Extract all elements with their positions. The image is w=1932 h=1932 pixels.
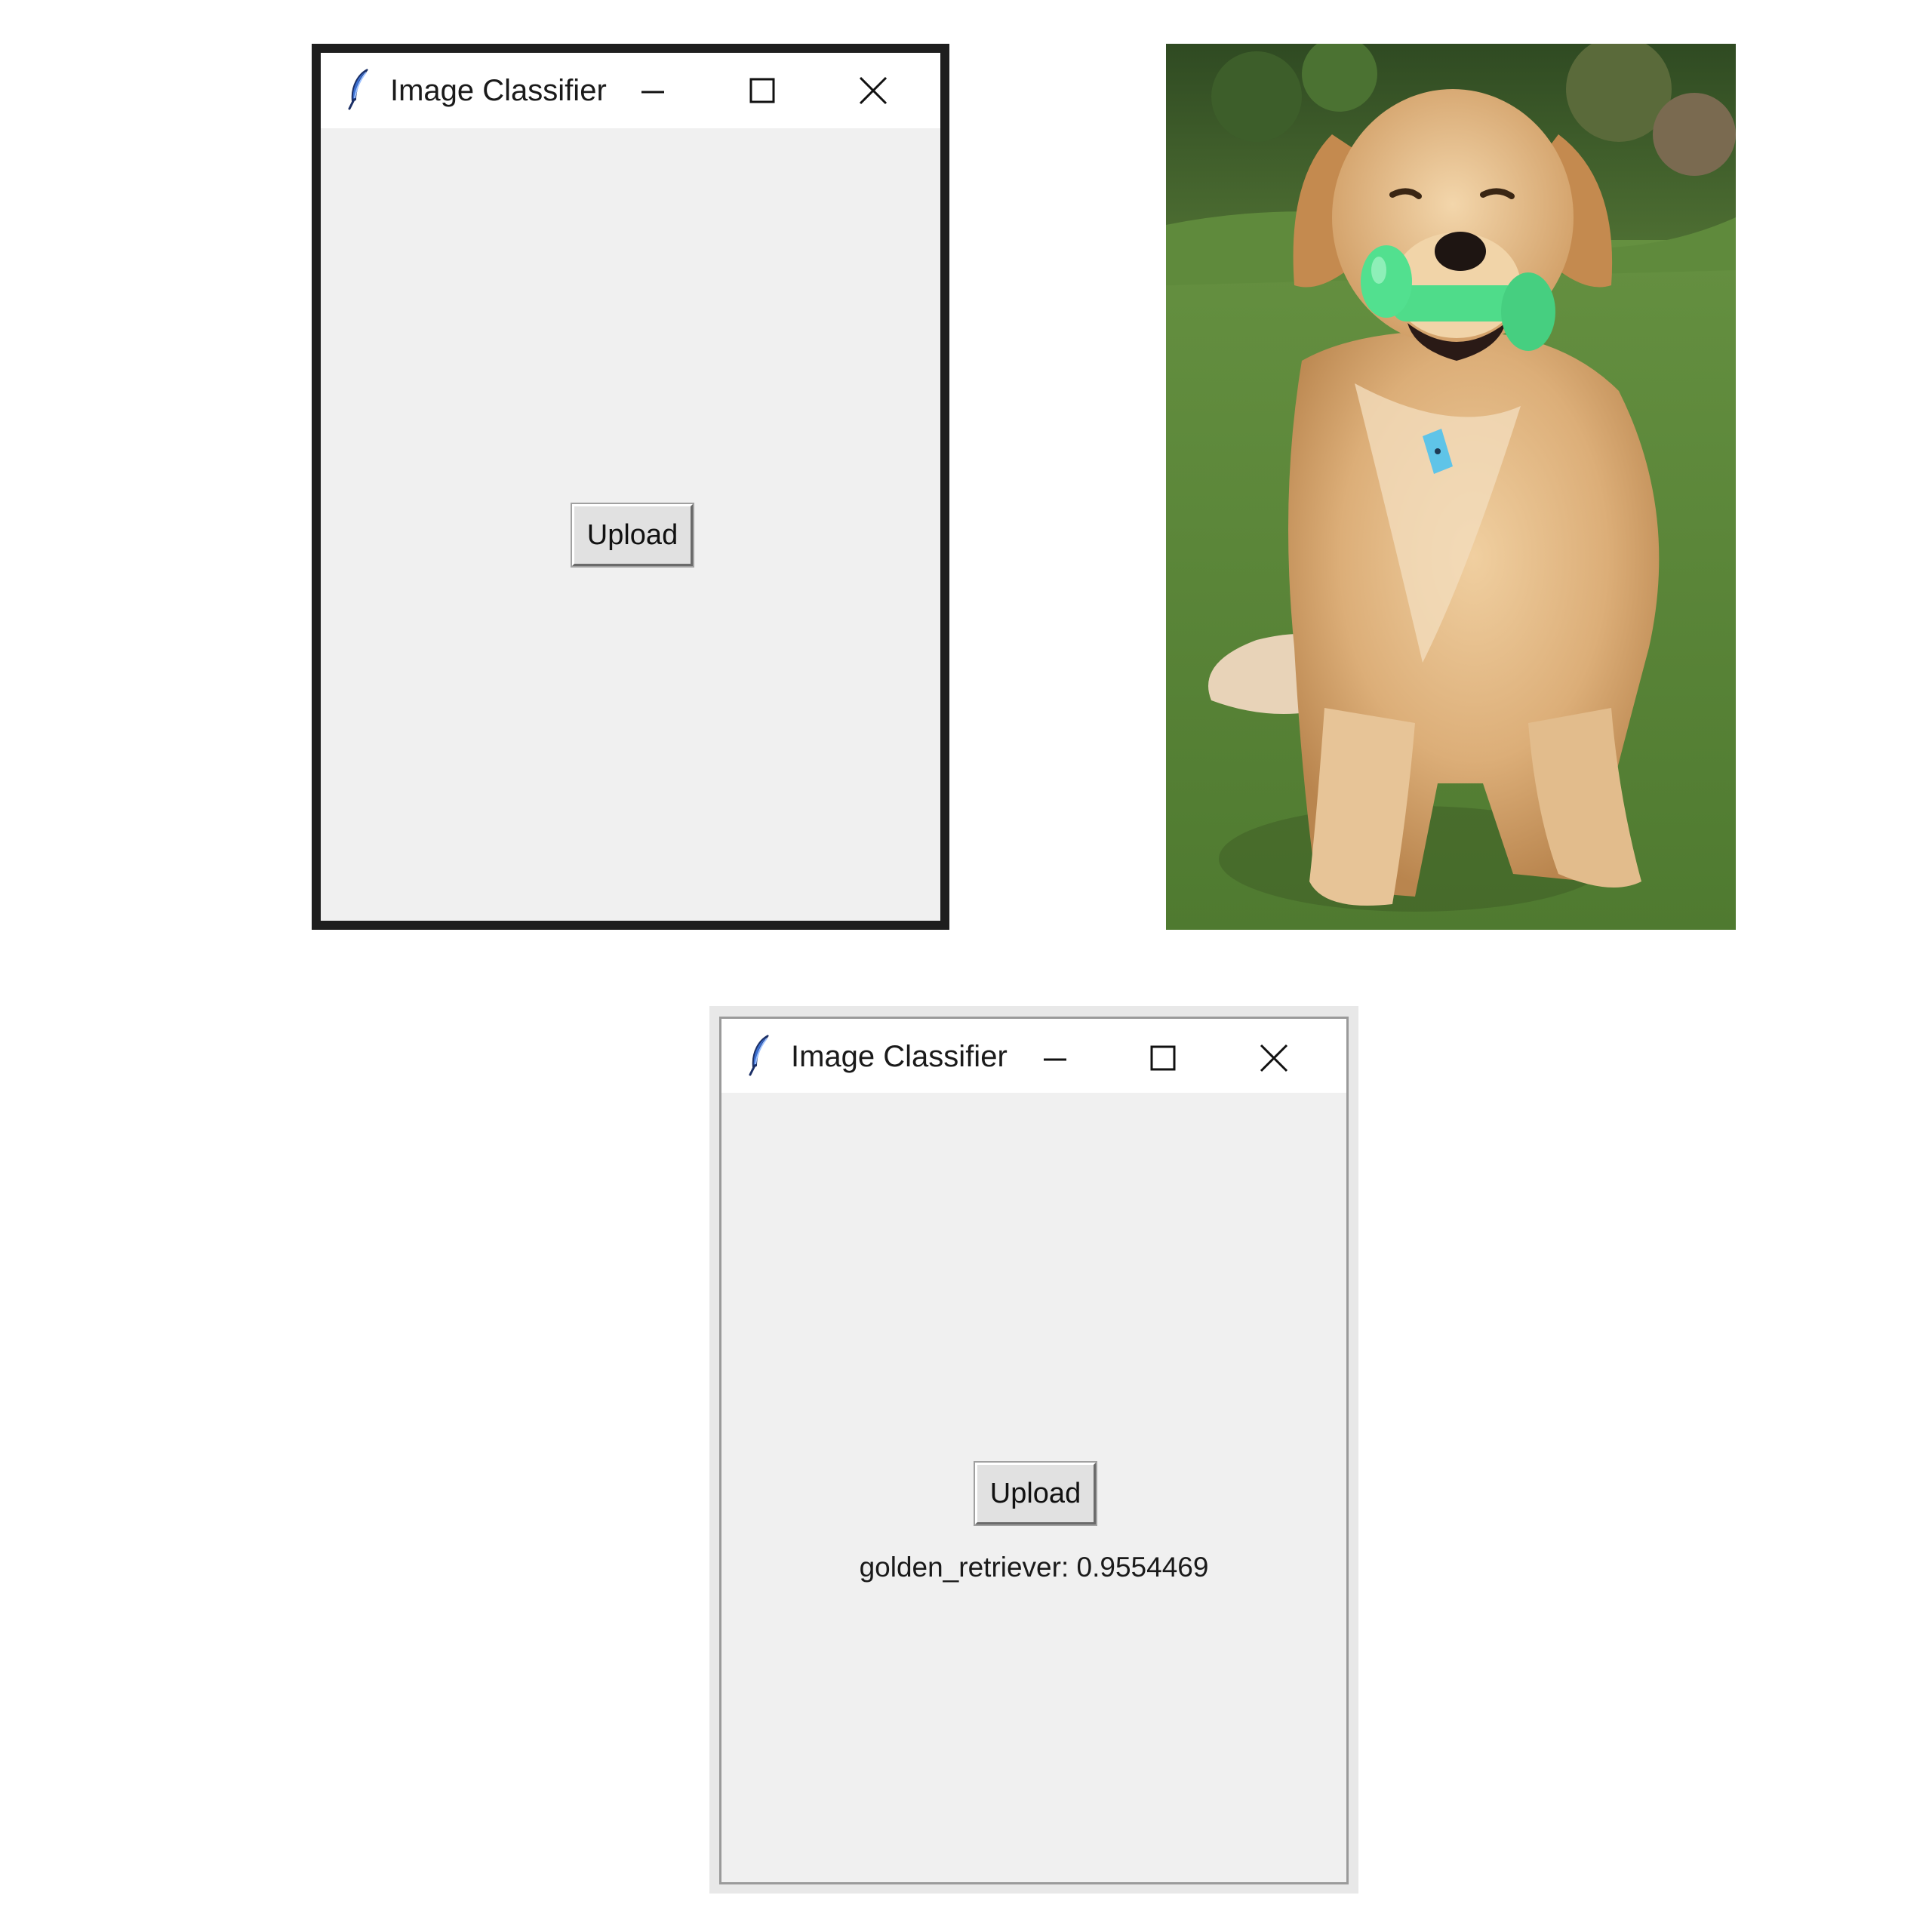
maximize-icon[interactable] [740,69,785,112]
close-icon[interactable] [851,69,896,112]
tk-feather-icon [749,1035,769,1076]
maximize-icon[interactable] [1140,1037,1186,1079]
minimize-icon[interactable] [630,69,675,112]
tk-feather-icon [348,69,368,110]
classifier-window-after: Image Classifier Upload golden_retriever… [719,1017,1349,1884]
minimize-icon[interactable] [1032,1037,1078,1079]
golden-retriever-image [1166,44,1736,930]
window-title: Image Classifier [390,74,607,107]
upload-button[interactable]: Upload [571,503,694,568]
prediction-result: golden_retriever: 0.9554469 [859,1552,1209,1583]
upload-button[interactable]: Upload [974,1461,1097,1526]
close-icon[interactable] [1251,1037,1297,1079]
classifier-window-before: Image Classifier Upload [312,44,949,930]
title-bar[interactable]: Image Classifier [721,1019,1346,1093]
dog-photo [1166,44,1736,930]
title-bar[interactable]: Image Classifier [321,53,940,128]
window-title: Image Classifier [791,1040,1008,1073]
